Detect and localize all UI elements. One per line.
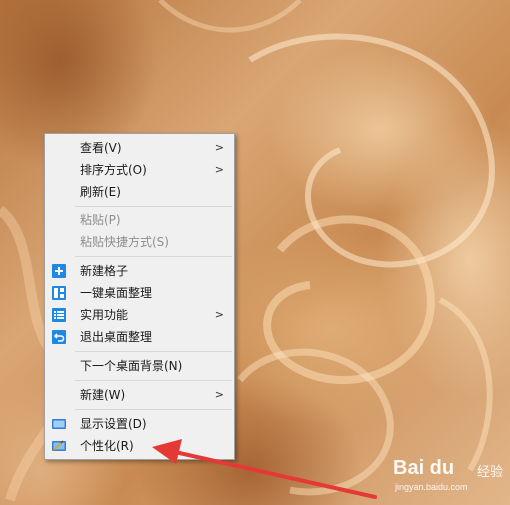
- menu-item-label: 实用功能: [80, 308, 129, 322]
- menu-item-new[interactable]: 新建(W) >: [47, 384, 232, 406]
- submenu-chevron-icon: >: [214, 388, 224, 401]
- desktop-context-menu: 查看(V) > 排序方式(O) > 刷新(E) 粘贴(P) 粘贴快捷方式(S) …: [44, 133, 235, 460]
- menu-item-label: 显示设置(D): [80, 417, 147, 431]
- personalize-icon: [52, 440, 66, 451]
- menu-item-new-box[interactable]: 新建格子: [47, 260, 232, 282]
- watermark-url: jingyan.baidu.com: [395, 482, 468, 492]
- menu-item-refresh[interactable]: 刷新(E): [47, 181, 232, 203]
- menu-item-sort-by[interactable]: 排序方式(O) >: [47, 159, 232, 181]
- grid-layout-icon: [52, 286, 66, 300]
- menu-separator: [75, 206, 232, 207]
- menu-item-label: 个性化(R): [80, 439, 134, 453]
- menu-item-paste: 粘贴(P): [47, 209, 232, 231]
- display-monitor-icon: [52, 419, 66, 429]
- menu-item-label: 刷新(E): [80, 185, 121, 199]
- list-icon: [52, 308, 66, 322]
- menu-separator: [75, 409, 232, 410]
- menu-item-paste-shortcut: 粘贴快捷方式(S): [47, 231, 232, 253]
- menu-item-exit-organize[interactable]: 退出桌面整理: [47, 326, 232, 348]
- baidu-logo: Bai du: [393, 457, 455, 479]
- menu-item-label: 新建格子: [80, 264, 129, 278]
- submenu-chevron-icon: >: [214, 141, 224, 154]
- menu-separator: [75, 256, 232, 257]
- menu-item-next-background[interactable]: 下一个桌面背景(N): [47, 355, 232, 377]
- menu-item-label: 粘贴快捷方式(S): [80, 235, 169, 249]
- submenu-chevron-icon: >: [214, 308, 224, 321]
- menu-item-display-settings[interactable]: 显示设置(D): [47, 413, 232, 435]
- menu-item-label: 一键桌面整理: [80, 286, 153, 300]
- menu-item-label: 粘贴(P): [80, 213, 121, 227]
- menu-item-label: 下一个桌面背景(N): [80, 359, 183, 373]
- menu-item-personalize[interactable]: 个性化(R): [47, 435, 232, 457]
- submenu-chevron-icon: >: [214, 163, 224, 176]
- menu-item-label: 排序方式(O): [80, 163, 147, 177]
- menu-item-utilities[interactable]: 实用功能 >: [47, 304, 232, 326]
- baidu-jingyan-watermark: Bai du 经验 jingyan.baidu.com: [393, 455, 505, 495]
- plus-box-icon: [52, 264, 66, 278]
- menu-item-view[interactable]: 查看(V) >: [47, 137, 232, 159]
- menu-item-label: 退出桌面整理: [80, 330, 153, 344]
- menu-separator: [75, 351, 232, 352]
- menu-item-label: 新建(W): [80, 388, 126, 402]
- exit-arrow-icon: [52, 330, 66, 344]
- menu-separator: [75, 380, 232, 381]
- watermark-text: 经验: [477, 465, 504, 480]
- menu-item-one-click-organize[interactable]: 一键桌面整理: [47, 282, 232, 304]
- menu-item-label: 查看(V): [80, 141, 122, 155]
